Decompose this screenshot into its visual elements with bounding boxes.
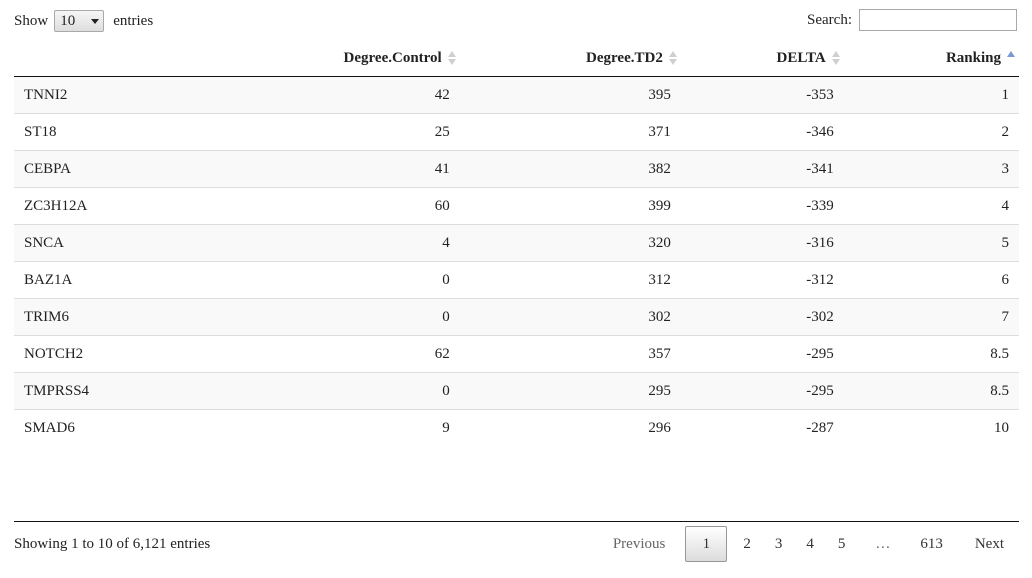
cell-degree-control: 60 [193,187,460,225]
chevron-down-icon [91,18,100,24]
cell-delta: -295 [680,372,844,410]
cell-gene: CEBPA [14,150,194,188]
table-row: TNNI2 42 395 -353 1 [14,76,1019,114]
cell-delta: -312 [680,261,844,299]
table-row: SMAD6 9 296 -287 10 [14,409,1019,446]
search-box: Search: [807,9,1017,31]
table-row: ST18 25 371 -346 2 [14,113,1019,151]
cell-gene: SMAD6 [14,409,194,446]
cell-delta: -316 [680,224,844,262]
sort-icon [831,51,840,65]
cell-gene: TRIM6 [14,298,194,336]
cell-ranking: 6 [843,261,1019,299]
previous-button[interactable]: Previous [599,526,686,562]
table-row: TMPRSS4 0 295 -295 8.5 [14,372,1019,410]
cell-delta: -287 [680,409,844,446]
pagination-ellipsis: … [875,535,891,552]
page-button-613[interactable]: 613 [908,526,955,562]
table-row: SNCA 4 320 -316 5 [14,224,1019,262]
column-header-name[interactable] [14,40,194,77]
cell-gene: ZC3H12A [14,187,194,225]
page-button-4[interactable]: 4 [794,526,826,562]
table-row: TRIM6 0 302 -302 7 [14,298,1019,336]
cell-degree-td2: 295 [459,372,681,410]
cell-gene: ST18 [14,113,194,151]
column-header-degree-control[interactable]: Degree.Control [193,40,460,77]
table-row: BAZ1A 0 312 -312 6 [14,261,1019,299]
entries-label: entries [113,12,154,29]
cell-degree-td2: 382 [459,150,681,188]
page-button-2[interactable]: 2 [731,526,763,562]
cell-delta: -346 [680,113,844,151]
page-button-1[interactable]: 1 [685,526,728,562]
next-button[interactable]: Next [955,526,1018,562]
cell-degree-td2: 302 [459,298,681,336]
cell-delta: -339 [680,187,844,225]
page-button-3[interactable]: 3 [763,526,795,562]
cell-degree-control: 0 [193,298,460,336]
column-header-ranking[interactable]: Ranking [843,40,1019,77]
search-label: Search: [807,11,852,28]
cell-degree-td2: 399 [459,187,681,225]
cell-delta: -302 [680,298,844,336]
cell-degree-td2: 312 [459,261,681,299]
entries-per-page-select[interactable]: 10 [54,10,105,32]
page-button-5[interactable]: 5 [826,526,858,562]
length-menu: Show 10 entries [14,10,153,32]
table-row: CEBPA 41 382 -341 3 [14,150,1019,188]
cell-ranking: 8.5 [843,335,1019,373]
column-header-label: Degree.TD2 [586,49,663,66]
cell-degree-td2: 371 [459,113,681,151]
cell-ranking: 5 [843,224,1019,262]
data-table: Degree.Control Degree.TD2 DELTA Ranking [14,40,1019,446]
table-bottom-divider [14,521,1019,522]
search-input[interactable] [859,9,1017,31]
datatable-widget: Show 10 entries Search: Degree.Control D… [0,0,1032,578]
column-header-label: Degree.Control [343,49,442,66]
cell-degree-control: 25 [193,113,460,151]
show-label: Show [14,12,49,29]
cell-degree-control: 42 [434,86,450,103]
cell-gene: TNNI2 [24,86,68,103]
cell-ranking: 4 [843,187,1019,225]
cell-degree-td2: 320 [459,224,681,262]
cell-gene: BAZ1A [14,261,194,299]
cell-ranking: 7 [843,298,1019,336]
pagination: Previous 1 2 3 4 5 … 613 Next [599,526,1018,562]
cell-degree-control: 0 [193,372,460,410]
table-row: NOTCH2 62 357 -295 8.5 [14,335,1019,373]
table-info: Showing 1 to 10 of 6,121 entries [14,536,211,552]
cell-degree-td2: 395 [648,86,671,103]
cell-degree-control: 62 [193,335,460,373]
table-row: ZC3H12A 60 399 -339 4 [14,187,1019,225]
cell-ranking: 3 [843,150,1019,188]
cell-ranking: 10 [843,409,1019,446]
cell-ranking: 2 [843,113,1019,151]
table-header-row: Degree.Control Degree.TD2 DELTA Ranking [14,40,1019,77]
cell-gene: NOTCH2 [14,335,194,373]
entries-per-page-value: 10 [60,12,76,29]
cell-degree-td2: 296 [459,409,681,446]
cell-degree-control: 9 [193,409,460,446]
column-header-delta[interactable]: DELTA [680,40,844,77]
cell-gene: TMPRSS4 [14,372,194,410]
cell-degree-control: 0 [193,261,460,299]
table-body: TNNI2 42 395 -353 1 ST18 25 371 -346 2 C… [14,76,1019,446]
cell-ranking: 8.5 [843,372,1019,410]
cell-ranking: 1 [1001,86,1010,103]
cell-degree-control: 4 [193,224,460,262]
cell-degree-control: 41 [193,150,460,188]
cell-degree-td2: 357 [459,335,681,373]
cell-gene: SNCA [14,224,194,262]
sort-icon [447,51,456,65]
cell-delta: -341 [680,150,844,188]
sort-icon [668,51,677,65]
column-header-label: DELTA [776,49,826,66]
column-header-label: Ranking [945,49,1001,66]
cell-delta: -353 [806,86,834,103]
column-header-degree-td2[interactable]: Degree.TD2 [459,40,681,77]
cell-delta: -295 [680,335,844,373]
sort-ascending-icon [1007,51,1015,65]
